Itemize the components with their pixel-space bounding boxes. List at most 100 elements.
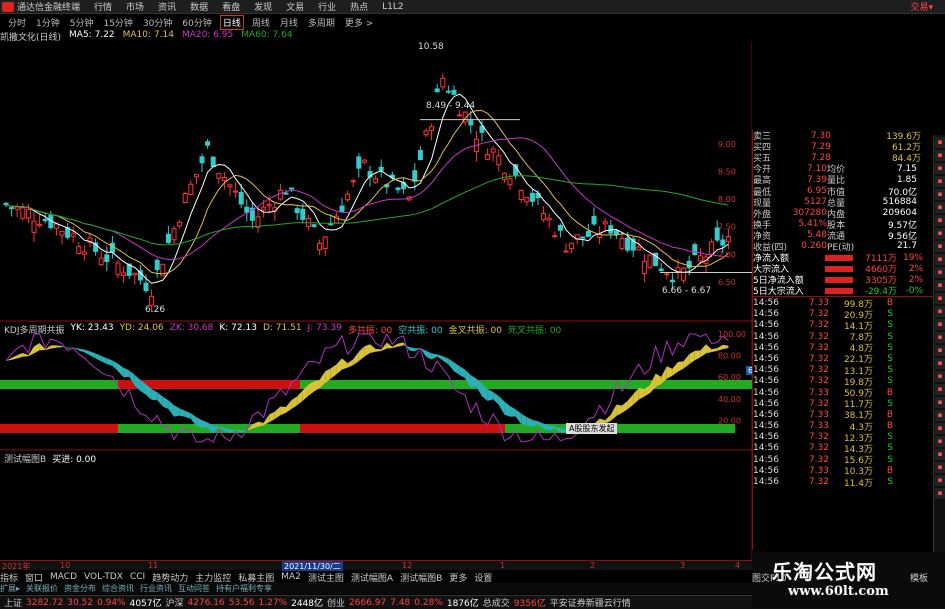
- tick-time: 14:56: [753, 365, 779, 376]
- stat-cell: 7.15: [896, 163, 917, 174]
- kdj-ribbon: [297, 390, 303, 406]
- toolbar-icon[interactable]: ▪: [935, 384, 945, 395]
- menu-item-news[interactable]: 资讯: [158, 0, 176, 13]
- candle: [154, 258, 160, 278]
- sub-tab[interactable]: 持有户福利专享: [216, 583, 272, 594]
- indicator-tab[interactable]: 更多: [449, 571, 467, 584]
- index-value: 7.48: [390, 597, 411, 608]
- toolbar-icon[interactable]: ▪: [935, 293, 945, 304]
- menu-item-industry[interactable]: 行业: [318, 0, 336, 13]
- indicator-tab[interactable]: 私募主图: [238, 571, 274, 584]
- kdj-axis-label: 40.00: [718, 395, 741, 404]
- toolbar-icon[interactable]: ▪: [935, 449, 945, 460]
- period-tab[interactable]: 多周期: [306, 16, 337, 29]
- tick-list[interactable]: 14:56 7.33 99.8万 B 14:56 7.32 20.9万 S 14:56 7.32 1…: [753, 296, 945, 489]
- kdj-ribbon: [717, 344, 723, 351]
- toolbar-icon[interactable]: ▪: [935, 228, 945, 239]
- sub-tab[interactable]: 综合资讯: [102, 583, 134, 594]
- toolbar-icon[interactable]: ▪: [935, 358, 945, 369]
- candle: [294, 206, 300, 220]
- toolbar-icon[interactable]: ▪: [935, 436, 945, 447]
- toolbar-icon[interactable]: ▪: [935, 189, 945, 200]
- period-tab[interactable]: 更多 >: [343, 16, 375, 29]
- toolbar-icon[interactable]: ▪: [935, 423, 945, 434]
- toolbar-icon[interactable]: ▪: [935, 397, 945, 408]
- indicator-tab[interactable]: 指标: [0, 571, 18, 584]
- period-tab[interactable]: 分时: [6, 16, 28, 29]
- toolbar-icon[interactable]: ▪: [935, 150, 945, 161]
- menu-item-data[interactable]: 数据: [190, 0, 208, 13]
- toolbar-icon[interactable]: ▪: [935, 475, 945, 486]
- indicator-tab[interactable]: 测试主图: [308, 571, 344, 584]
- toolbar-icon[interactable]: ▪: [935, 488, 945, 499]
- flow-pct: -0%: [905, 285, 923, 296]
- toolbar-icon[interactable]: ▪: [935, 163, 945, 174]
- indicator-tab[interactable]: 趋势动力: [152, 571, 188, 584]
- indicator-tab[interactable]: 主力监控: [195, 571, 231, 584]
- period-tab[interactable]: 日线: [219, 14, 244, 30]
- sub-tab[interactable]: 行业资讯: [140, 583, 172, 594]
- toolbar-icon[interactable]: ▪: [935, 280, 945, 291]
- menu-item-hot[interactable]: 热点: [350, 0, 368, 13]
- menu-item-l1l2[interactable]: L1L2: [382, 2, 403, 12]
- sub-tab[interactable]: 互动问答: [178, 583, 210, 594]
- indicator-tab[interactable]: 测试幅图A: [351, 571, 393, 584]
- index-value: 1876亿: [446, 599, 479, 609]
- toolbar-icon[interactable]: ▪: [935, 371, 945, 382]
- candle: [199, 153, 205, 173]
- toolbar-icon[interactable]: ▪: [935, 332, 945, 343]
- kdj-ribbon: [470, 375, 477, 388]
- sub-tab[interactable]: 关联报价: [26, 583, 58, 594]
- index-label: 上证: [4, 599, 23, 609]
- tick-time: 14:56: [753, 409, 779, 420]
- period-tab[interactable]: 月线: [278, 16, 300, 29]
- indicator-tab[interactable]: 设置: [474, 571, 492, 584]
- tick-time: 14:56: [753, 465, 779, 476]
- tick-side: B: [886, 421, 893, 432]
- sub-tab[interactable]: 扩展▸: [0, 583, 20, 594]
- menu-item-discover[interactable]: 发现: [254, 0, 272, 13]
- toolbar-icon[interactable]: ▪: [935, 202, 945, 213]
- tick-volume: 11.4万: [843, 478, 873, 489]
- kdj-ribbon: [487, 389, 494, 401]
- indicator-tab[interactable]: MA2: [281, 572, 301, 582]
- tick-time: 14:56: [753, 421, 779, 432]
- indicator-tab[interactable]: 测试幅图B: [400, 571, 442, 584]
- period-tab[interactable]: 5分钟: [68, 16, 96, 29]
- toolbar-icon[interactable]: ▪: [935, 306, 945, 317]
- kdj-gold: 金叉共振: 00: [448, 326, 502, 336]
- toolbar-icon[interactable]: ▪: [935, 241, 945, 252]
- toolbar-icon[interactable]: ▪: [935, 410, 945, 421]
- candle: [445, 85, 451, 94]
- menu-item-wenyi[interactable]: 文易: [286, 0, 304, 13]
- toolbar-icon[interactable]: ▪: [935, 254, 945, 265]
- sub-tab[interactable]: 资金分布: [64, 583, 96, 594]
- toolbar-icon[interactable]: ▪: [935, 176, 945, 187]
- indicator-tab[interactable]: MACD: [50, 572, 77, 582]
- period-tab[interactable]: 15分钟: [101, 16, 134, 29]
- period-tab[interactable]: 30分钟: [141, 16, 174, 29]
- tick-time: 14:56: [753, 387, 779, 398]
- right-footer-right[interactable]: 模板: [910, 571, 928, 584]
- menu-item-market[interactable]: 市场: [126, 0, 144, 13]
- right-footer-left[interactable]: 图交F10: [752, 571, 787, 584]
- kdj-ribbon: [459, 366, 466, 379]
- toolbar-icon[interactable]: ▪: [935, 345, 945, 356]
- candle: [126, 263, 132, 279]
- indicator-tab[interactable]: CCI: [130, 572, 145, 582]
- period-tab[interactable]: 1分钟: [34, 16, 62, 29]
- toolbar-icon[interactable]: ▪: [935, 137, 945, 148]
- period-tab[interactable]: 60分钟: [180, 16, 213, 29]
- toolbar-icon[interactable]: ▪: [935, 462, 945, 473]
- toolbar-icon[interactable]: ▪: [935, 267, 945, 278]
- indicator-tab[interactable]: 窗口: [25, 571, 43, 584]
- indicator-tab[interactable]: VOL-TDX: [84, 572, 123, 582]
- candle: [518, 189, 524, 203]
- toolbar-icon[interactable]: ▪: [935, 215, 945, 226]
- chart-area[interactable]: 9.00 8.50 8.00 7.50 7.00 6.50 100.00 80.00 60.00…: [0, 42, 752, 560]
- menu-item-watch[interactable]: 看盘: [222, 0, 240, 13]
- trade-button[interactable]: 交易▾: [910, 0, 933, 13]
- menu-item-quotes[interactable]: 行情: [94, 0, 112, 13]
- toolbar-icon[interactable]: ▪: [935, 319, 945, 330]
- period-tab[interactable]: 周线: [250, 16, 272, 29]
